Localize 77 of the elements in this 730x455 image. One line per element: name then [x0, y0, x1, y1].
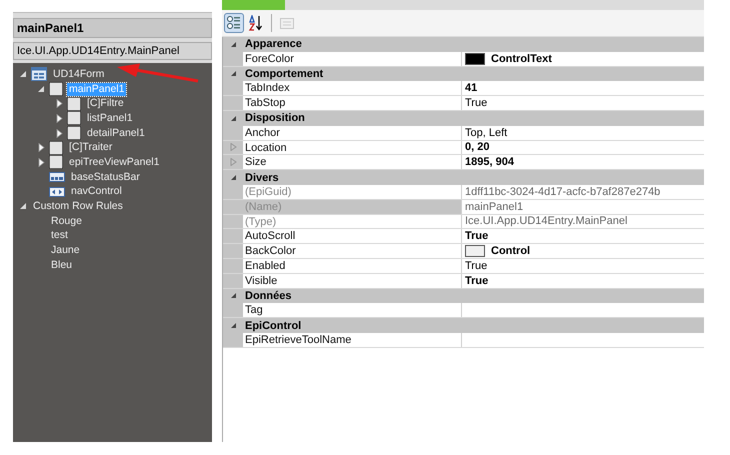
collapse-icon[interactable]: [230, 322, 236, 330]
property-name[interactable]: EpiRetrieveToolName: [243, 332, 462, 347]
row-gutter: [223, 244, 243, 258]
category-header[interactable]: Disposition: [243, 112, 305, 124]
property-name[interactable]: BackColor: [243, 244, 462, 258]
category-header[interactable]: Divers: [243, 172, 279, 184]
property-value[interactable]: Top, Left: [465, 126, 508, 139]
panel-icon: [49, 155, 63, 170]
property-name[interactable]: Enabled: [243, 258, 462, 273]
form-icon: [31, 67, 47, 82]
collapse-icon[interactable]: [230, 292, 236, 300]
collapse-icon[interactable]: [19, 202, 28, 212]
property-name[interactable]: Tag: [243, 303, 462, 318]
panel-icon: [49, 82, 63, 96]
tree-item[interactable]: UD14Form: [51, 68, 106, 81]
collapse-icon[interactable]: [230, 40, 236, 48]
property-value[interactable]: True: [465, 97, 488, 110]
row-gutter: [223, 258, 243, 273]
property-name[interactable]: Anchor: [243, 126, 462, 140]
tree-item[interactable]: [C]Traiter: [67, 141, 114, 154]
categorized-button[interactable]: [224, 13, 244, 33]
expand-icon[interactable]: [37, 143, 46, 152]
tree-item[interactable]: navControl: [69, 185, 124, 198]
property-value[interactable]: 1dff11bc-3024-4d17-acfc-b7af287e274b: [465, 186, 660, 198]
collapse-icon[interactable]: [230, 174, 236, 182]
property-value[interactable]: 1895, 904: [465, 156, 514, 168]
property-value[interactable]: 41: [465, 82, 478, 94]
row-gutter: [223, 214, 243, 228]
property-name[interactable]: TabIndex: [243, 81, 462, 96]
property-value[interactable]: True: [465, 260, 488, 272]
category-header[interactable]: EpiControl: [243, 320, 302, 332]
category-header[interactable]: Données: [243, 290, 292, 302]
tree-item[interactable]: detailPanel1: [85, 126, 147, 140]
expand-icon[interactable]: [55, 128, 64, 138]
property-value[interactable]: mainPanel1: [465, 200, 524, 213]
tree-item[interactable]: Rouge: [49, 214, 84, 228]
property-name[interactable]: Location: [243, 140, 462, 154]
property-name[interactable]: TabStop: [243, 96, 462, 110]
panel-icon: [67, 126, 81, 140]
navigation-bar-icon: [49, 186, 65, 197]
property-value[interactable]: True: [465, 274, 488, 287]
panel-icon: [67, 96, 81, 111]
tree-item[interactable]: epiTreeViewPanel1: [67, 156, 162, 169]
property-value[interactable]: ControlText: [491, 52, 552, 65]
property-value[interactable]: True: [465, 230, 488, 242]
tree-item[interactable]: Jaune: [49, 244, 82, 258]
tree-item[interactable]: test: [49, 229, 70, 242]
property-value[interactable]: Ice.UI.App.UD14Entry.MainPanel: [465, 215, 628, 228]
collapse-icon[interactable]: [230, 70, 236, 78]
collapse-icon[interactable]: [19, 70, 28, 79]
expand-icon[interactable]: [55, 114, 64, 123]
panel-icon: [67, 111, 81, 126]
property-name[interactable]: Visible: [243, 274, 462, 288]
property-name[interactable]: ForeColor: [243, 52, 462, 66]
property-name[interactable]: (Type): [243, 214, 462, 228]
tree-item[interactable]: [C]Filtre: [85, 97, 126, 110]
tree-item[interactable]: Custom Row Rules: [31, 200, 125, 214]
property-value[interactable]: 0, 20: [465, 141, 490, 154]
row-gutter: [223, 229, 243, 244]
object-type: Ice.UI.App.UD14Entry.MainPanel: [13, 42, 212, 60]
tree-item[interactable]: listPanel1: [85, 112, 135, 125]
property-name[interactable]: (EpiGuid): [243, 184, 462, 199]
property-value[interactable]: Control: [491, 245, 530, 258]
tree-item[interactable]: baseStatusBar: [69, 170, 142, 184]
tree-item[interactable]: Bleu: [49, 258, 74, 272]
object-name: mainPanel1: [13, 18, 212, 38]
status-bar-icon: [49, 172, 65, 182]
row-gutter: [223, 200, 243, 214]
expand-icon[interactable]: [55, 99, 64, 108]
panel-icon: [49, 140, 63, 155]
property-name[interactable]: AutoScroll: [243, 229, 462, 244]
property-name[interactable]: Size: [243, 155, 462, 170]
collapse-icon[interactable]: [230, 114, 236, 122]
expand-icon[interactable]: [37, 158, 46, 167]
collapse-icon[interactable]: [37, 84, 46, 94]
category-header[interactable]: Comportement: [243, 68, 324, 80]
category-header[interactable]: Apparence: [243, 38, 302, 50]
